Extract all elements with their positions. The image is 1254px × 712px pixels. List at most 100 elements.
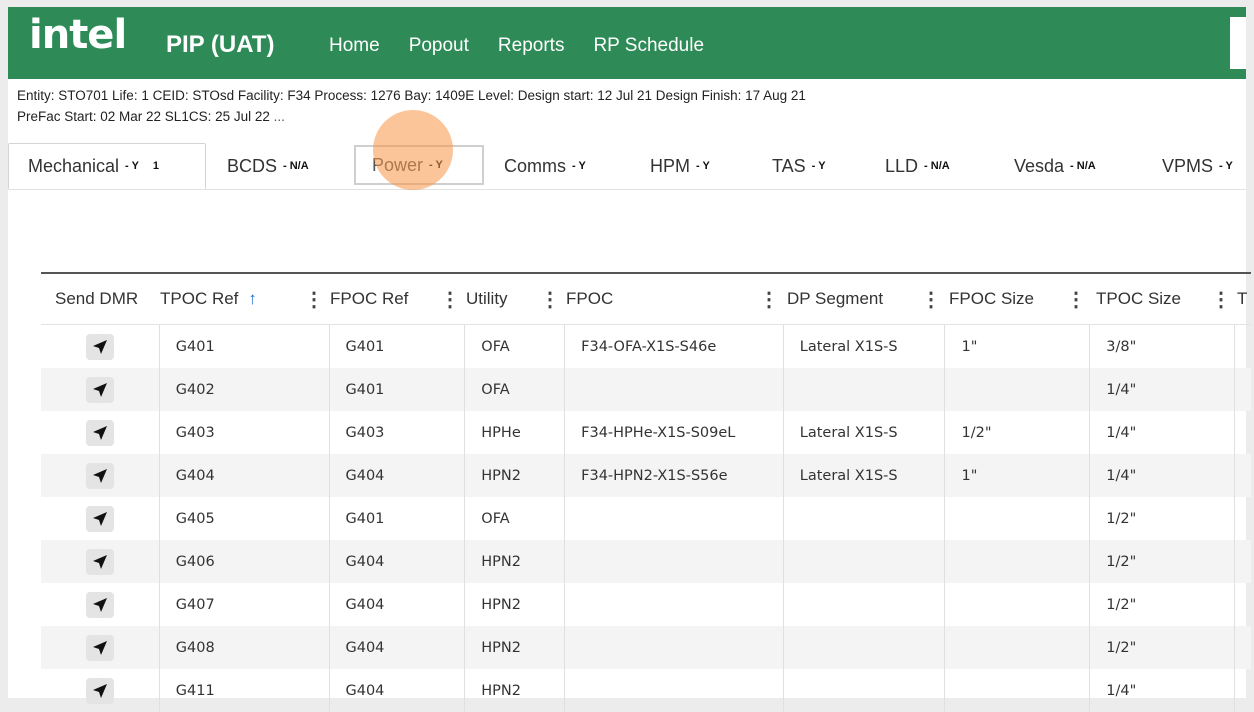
entity-info-line1: Entity: STO701 Life: 1 CEID: STOsd Facil…	[17, 88, 806, 103]
tab-comms[interactable]: Comms - Y	[504, 143, 586, 189]
column-menu-icon[interactable]: ⋮	[304, 287, 324, 312]
col-tpoc-ref[interactable]: TPOC Ref ↑ ⋮	[160, 274, 330, 324]
tab-bcds[interactable]: BCDS - N/A	[227, 143, 309, 189]
nav-reports[interactable]: Reports	[498, 35, 565, 57]
grid-body: G401 G401 OFA F34-OFA-X1S-S46e Lateral X1S-S…	[41, 325, 1251, 712]
col-fpoc-size[interactable]: FPOC Size ⋮	[947, 274, 1092, 324]
send-icon	[92, 382, 107, 397]
column-menu-icon[interactable]: ⋮	[921, 287, 941, 312]
col-send-dmr[interactable]: Send DMR	[41, 274, 160, 324]
tab-lld[interactable]: LLD - N/A	[885, 143, 950, 189]
column-menu-icon[interactable]: ⋮	[759, 287, 779, 312]
cell-send-dmr	[41, 669, 160, 712]
send-dmr-button[interactable]	[85, 462, 114, 489]
tab-mechanical[interactable]: Mechanical - Y1	[8, 143, 206, 189]
cell-fpoc-size: 1/2"	[945, 411, 1091, 454]
nav-home[interactable]: Home	[329, 35, 380, 57]
tab-hpm[interactable]: HPM - Y	[650, 143, 710, 189]
cell-fpoc: F34-OFA-X1S-S46e	[565, 325, 784, 368]
table-row[interactable]: G405 G401 OFA 1/2"	[41, 497, 1251, 540]
cell-fpoc	[565, 626, 784, 669]
cell-send-dmr	[41, 626, 160, 669]
table-row[interactable]: G404 G404 HPN2 F34-HPN2-X1S-S56e Lateral X1S…	[41, 454, 1251, 497]
cell-tpoc-ref: G407	[160, 583, 330, 626]
send-dmr-button[interactable]	[85, 548, 114, 575]
column-menu-icon[interactable]: ⋮	[1066, 287, 1086, 312]
cell-utility: HPN2	[465, 454, 566, 497]
cell-tpoc-ref: G403	[160, 411, 330, 454]
send-dmr-button[interactable]	[85, 376, 114, 403]
send-icon	[92, 640, 107, 655]
cell-fpoc-size	[945, 583, 1091, 626]
cell-truncated	[1235, 454, 1251, 497]
cell-utility: HPN2	[465, 669, 566, 712]
top-right-panel	[1230, 17, 1246, 69]
table-row[interactable]: G402 G401 OFA 1/4"	[41, 368, 1251, 411]
send-dmr-button[interactable]	[85, 634, 114, 661]
sort-ascending-icon[interactable]: ↑	[248, 289, 257, 309]
more-info-ellipsis[interactable]: ...	[274, 109, 285, 124]
send-dmr-button[interactable]	[85, 677, 114, 704]
cell-send-dmr	[41, 325, 160, 368]
cell-tpoc-size: 1/2"	[1090, 583, 1236, 626]
column-menu-icon[interactable]: ⋮	[1211, 287, 1231, 312]
app-title: PIP (UAT)	[166, 31, 275, 58]
cell-truncated	[1235, 626, 1251, 669]
table-row[interactable]: G406 G404 HPN2 1/2"	[41, 540, 1251, 583]
tab-vesda[interactable]: Vesda - N/A	[1014, 143, 1096, 189]
col-utility[interactable]: Utility ⋮	[466, 274, 566, 324]
cell-tpoc-ref: G401	[160, 325, 330, 368]
col-truncated[interactable]: T	[1237, 274, 1251, 324]
cell-fpoc-size	[945, 497, 1091, 540]
send-icon	[92, 597, 107, 612]
col-fpoc[interactable]: FPOC ⋮	[566, 274, 785, 324]
column-menu-icon[interactable]: ⋮	[540, 287, 560, 312]
cell-dp-segment: Lateral X1S-S	[784, 454, 946, 497]
cell-utility: HPHe	[465, 411, 566, 454]
cell-send-dmr	[41, 497, 160, 540]
table-row[interactable]: G407 G404 HPN2 1/2"	[41, 583, 1251, 626]
send-icon	[92, 339, 107, 354]
col-tpoc-size[interactable]: TPOC Size ⋮	[1092, 274, 1237, 324]
cell-fpoc-ref: G404	[330, 669, 466, 712]
nav-rp-schedule[interactable]: RP Schedule	[593, 35, 704, 57]
cell-dp-segment: Lateral X1S-S	[784, 325, 946, 368]
entity-info: Entity: STO701 Life: 1 CEID: STOsd Facil…	[17, 85, 1217, 127]
tab-power[interactable]: Power - Y	[354, 145, 484, 185]
cell-fpoc	[565, 669, 784, 712]
cell-fpoc-size: 1"	[945, 325, 1091, 368]
cell-fpoc-ref: G404	[330, 454, 466, 497]
col-fpoc-ref[interactable]: FPOC Ref ⋮	[330, 274, 466, 324]
col-dp-segment[interactable]: DP Segment ⋮	[785, 274, 947, 324]
tab-vpms[interactable]: VPMS - Y	[1162, 143, 1233, 189]
table-row[interactable]: G403 G403 HPHe F34-HPHe-X1S-S09eL Lateral X1…	[41, 411, 1251, 454]
cell-truncated	[1235, 368, 1251, 411]
cell-dp-segment	[784, 540, 946, 583]
intel-logo[interactable]: intel	[29, 15, 127, 55]
table-row[interactable]: G408 G404 HPN2 1/2"	[41, 626, 1251, 669]
tab-tas[interactable]: TAS - Y	[772, 143, 826, 189]
cell-send-dmr	[41, 540, 160, 583]
table-row[interactable]: G411 G404 HPN2 1/4"	[41, 669, 1251, 712]
cell-tpoc-size: 3/8"	[1090, 325, 1236, 368]
cell-tpoc-ref: G402	[160, 368, 330, 411]
cell-dp-segment	[784, 669, 946, 712]
send-dmr-button[interactable]	[85, 591, 114, 618]
nav-popout[interactable]: Popout	[409, 35, 469, 57]
main-nav: Home Popout Reports RP Schedule	[329, 35, 733, 57]
send-icon	[92, 468, 107, 483]
cell-fpoc-ref: G401	[330, 368, 466, 411]
column-menu-icon[interactable]: ⋮	[440, 287, 460, 312]
send-icon	[92, 425, 107, 440]
send-dmr-button[interactable]	[85, 333, 114, 360]
cell-fpoc-ref: G404	[330, 540, 466, 583]
table-row[interactable]: G401 G401 OFA F34-OFA-X1S-S46e Lateral X1S-S…	[41, 325, 1251, 368]
cell-tpoc-size: 1/4"	[1090, 454, 1236, 497]
cell-fpoc-size	[945, 540, 1091, 583]
send-dmr-button[interactable]	[85, 419, 114, 446]
cell-utility: OFA	[465, 325, 566, 368]
send-dmr-button[interactable]	[85, 505, 114, 532]
cell-utility: OFA	[465, 497, 566, 540]
cell-tpoc-ref: G408	[160, 626, 330, 669]
send-icon	[92, 554, 107, 569]
